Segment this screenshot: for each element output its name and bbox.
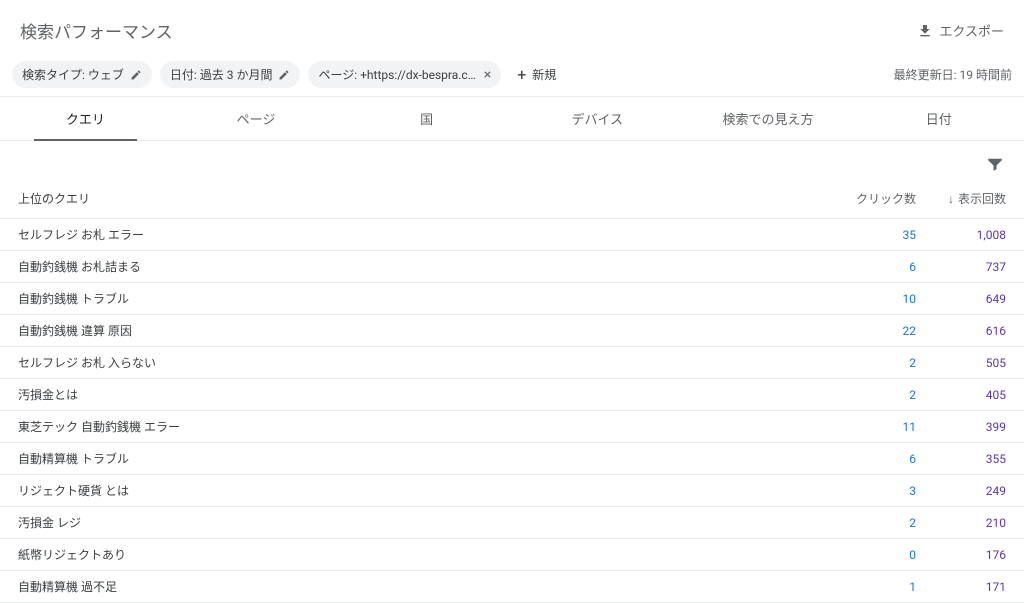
pencil-icon xyxy=(130,69,142,81)
close-icon[interactable]: × xyxy=(484,68,491,82)
cell-clicks: 10 xyxy=(826,292,916,306)
cell-query: 自動釣銭機 トラブル xyxy=(18,290,826,307)
page-title: 検索パフォーマンス xyxy=(20,18,173,43)
cell-impressions: 171 xyxy=(916,580,1006,594)
filter-row: 検索タイプ: ウェブ 日付: 過去 3 か月間 ページ: +https://dx-b… xyxy=(0,53,1024,97)
column-header-query[interactable]: 上位のクエリ xyxy=(18,190,826,207)
cell-query: リジェクト硬貨 とは xyxy=(18,482,826,499)
download-icon xyxy=(917,23,933,39)
table-row[interactable]: セルフレジ お札 入らない2505 xyxy=(0,347,1024,379)
cell-impressions: 355 xyxy=(916,452,1006,466)
cell-query: セルフレジ お札 エラー xyxy=(18,226,826,243)
tab-2[interactable]: 国 xyxy=(341,97,512,140)
pencil-icon xyxy=(278,69,290,81)
table-row[interactable]: 自動釣銭機 お札詰まる6737 xyxy=(0,251,1024,283)
cell-impressions: 405 xyxy=(916,388,1006,402)
chip-label: 日付: 過去 3 か月間 xyxy=(170,66,273,83)
tab-4[interactable]: 検索での見え方 xyxy=(683,97,854,140)
table-row[interactable]: 汚損金とは2405 xyxy=(0,379,1024,411)
tab-3[interactable]: デバイス xyxy=(512,97,683,140)
table-row[interactable]: 自動釣銭機 違算 原因22616 xyxy=(0,315,1024,347)
cell-clicks: 2 xyxy=(826,388,916,402)
cell-clicks: 2 xyxy=(826,516,916,530)
cell-impressions: 399 xyxy=(916,420,1006,434)
cell-clicks: 35 xyxy=(826,228,916,242)
table-row[interactable]: 東芝テック 自動釣銭機 エラー11399 xyxy=(0,411,1024,443)
cell-clicks: 11 xyxy=(826,420,916,434)
cell-clicks: 3 xyxy=(826,484,916,498)
cell-clicks: 22 xyxy=(826,324,916,338)
filter-chip-2[interactable]: ページ: +https://dx-bespra.c… × xyxy=(308,61,501,88)
plus-icon: + xyxy=(517,67,526,83)
table-toolbar xyxy=(0,141,1024,179)
export-label: エクスポー xyxy=(939,21,1004,40)
add-filter-label: 新規 xyxy=(532,66,556,83)
cell-clicks: 0 xyxy=(826,548,916,562)
cell-impressions: 176 xyxy=(916,548,1006,562)
cell-query: 自動釣銭機 お札詰まる xyxy=(18,258,826,275)
tab-5[interactable]: 日付 xyxy=(853,97,1024,140)
cell-query: 自動精算機 トラブル xyxy=(18,450,826,467)
header: 検索パフォーマンス エクスポー xyxy=(0,0,1024,53)
cell-query: 汚損金とは xyxy=(18,386,826,403)
table-row[interactable]: 紙幣リジェクトあり0176 xyxy=(0,539,1024,571)
cell-query: セルフレジ お札 入らない xyxy=(18,354,826,371)
cell-impressions: 1,008 xyxy=(916,228,1006,242)
cell-query: 自動精算機 過不足 xyxy=(18,578,826,595)
filter-icon[interactable] xyxy=(980,149,1010,179)
column-header-clicks[interactable]: クリック数 xyxy=(826,190,916,207)
table-body: セルフレジ お札 エラー351,008自動釣銭機 お札詰まる6737自動釣銭機 … xyxy=(0,219,1024,603)
filter-chip-1[interactable]: 日付: 過去 3 か月間 xyxy=(160,61,301,88)
cell-impressions: 616 xyxy=(916,324,1006,338)
cell-clicks: 6 xyxy=(826,260,916,274)
column-header-impressions[interactable]: ↓表示回数 xyxy=(916,190,1006,207)
table-row[interactable]: リジェクト硬貨 とは3249 xyxy=(0,475,1024,507)
cell-clicks: 1 xyxy=(826,580,916,594)
cell-clicks: 6 xyxy=(826,452,916,466)
table-row[interactable]: セルフレジ お札 エラー351,008 xyxy=(0,219,1024,251)
tab-0[interactable]: クエリ xyxy=(0,97,171,140)
table-row[interactable]: 自動釣銭機 トラブル10649 xyxy=(0,283,1024,315)
table-row[interactable]: 自動精算機 トラブル6355 xyxy=(0,443,1024,475)
arrow-down-icon: ↓ xyxy=(948,192,954,206)
add-filter-button[interactable]: + 新規 xyxy=(509,61,564,88)
tabs: クエリページ国デバイス検索での見え方日付 xyxy=(0,97,1024,141)
cell-impressions: 249 xyxy=(916,484,1006,498)
cell-query: 汚損金 レジ xyxy=(18,514,826,531)
cell-query: 自動釣銭機 違算 原因 xyxy=(18,322,826,339)
chip-label: ページ: +https://dx-bespra.c… xyxy=(318,66,475,83)
cell-query: 東芝テック 自動釣銭機 エラー xyxy=(18,418,826,435)
last-updated: 最終更新日: 19 時間前 xyxy=(894,66,1012,83)
export-button[interactable]: エクスポー xyxy=(917,21,1004,40)
table-header: 上位のクエリ クリック数 ↓表示回数 xyxy=(0,179,1024,219)
cell-impressions: 505 xyxy=(916,356,1006,370)
cell-impressions: 649 xyxy=(916,292,1006,306)
cell-clicks: 2 xyxy=(826,356,916,370)
cell-impressions: 737 xyxy=(916,260,1006,274)
tab-1[interactable]: ページ xyxy=(171,97,342,140)
cell-query: 紙幣リジェクトあり xyxy=(18,546,826,563)
table-row[interactable]: 汚損金 レジ2210 xyxy=(0,507,1024,539)
chip-label: 検索タイプ: ウェブ xyxy=(22,66,124,83)
filter-chips: 検索タイプ: ウェブ 日付: 過去 3 か月間 ページ: +https://dx-b… xyxy=(12,61,564,88)
filter-chip-0[interactable]: 検索タイプ: ウェブ xyxy=(12,61,152,88)
cell-impressions: 210 xyxy=(916,516,1006,530)
